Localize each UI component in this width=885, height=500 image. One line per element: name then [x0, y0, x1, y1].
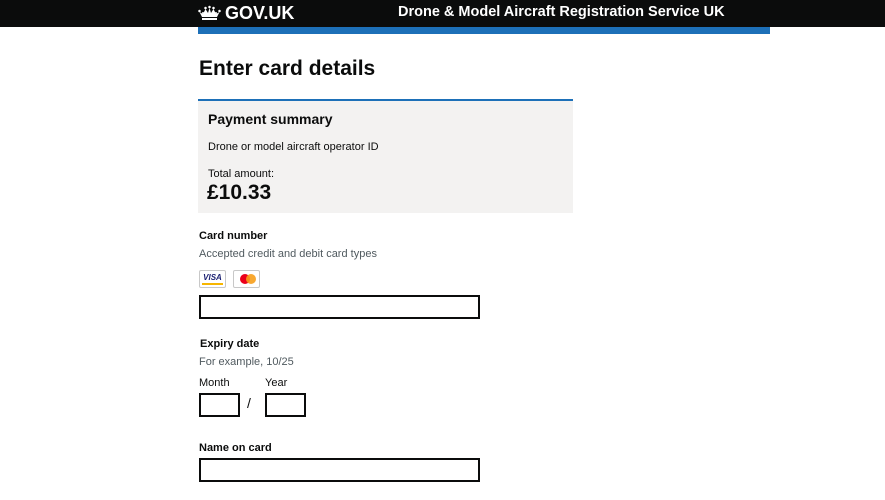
card-number-input[interactable]	[199, 295, 480, 319]
service-name-link[interactable]: Drone & Model Aircraft Registration Serv…	[398, 4, 725, 20]
name-on-card-input[interactable]	[199, 458, 480, 482]
expiry-date-hint: For example, 10/25	[199, 356, 294, 368]
total-amount-label: Total amount:	[208, 168, 275, 180]
visa-icon: VISA	[199, 270, 226, 288]
name-on-card-label: Name on card	[199, 442, 272, 454]
page-title: Enter card details	[199, 57, 376, 80]
expiry-separator: /	[247, 395, 251, 411]
total-amount-value: £10.33	[207, 181, 272, 204]
payment-summary-panel: Payment summary Drone or model aircraft …	[198, 99, 573, 213]
expiry-year-input[interactable]	[265, 393, 306, 417]
expiry-month-label: Month	[199, 377, 230, 389]
site-header: GOV.UK Drone & Model Aircraft Registrati…	[0, 0, 885, 27]
card-number-label: Card number	[199, 230, 268, 242]
mastercard-icon	[233, 270, 260, 288]
expiry-year-label: Year	[265, 377, 288, 389]
expiry-date-label: Expiry date	[200, 338, 260, 350]
payment-description: Drone or model aircraft operator ID	[208, 141, 379, 153]
expiry-month-input[interactable]	[199, 393, 240, 417]
govuk-logo-link[interactable]: GOV.UK	[198, 2, 294, 24]
visa-wordmark: VISA	[203, 273, 222, 282]
payment-summary-heading: Payment summary	[208, 111, 333, 127]
card-number-hint: Accepted credit and debit card types	[199, 248, 377, 260]
crown-icon	[198, 5, 221, 20]
logo-text: GOV.UK	[225, 2, 295, 23]
header-accent-bar	[198, 27, 770, 34]
